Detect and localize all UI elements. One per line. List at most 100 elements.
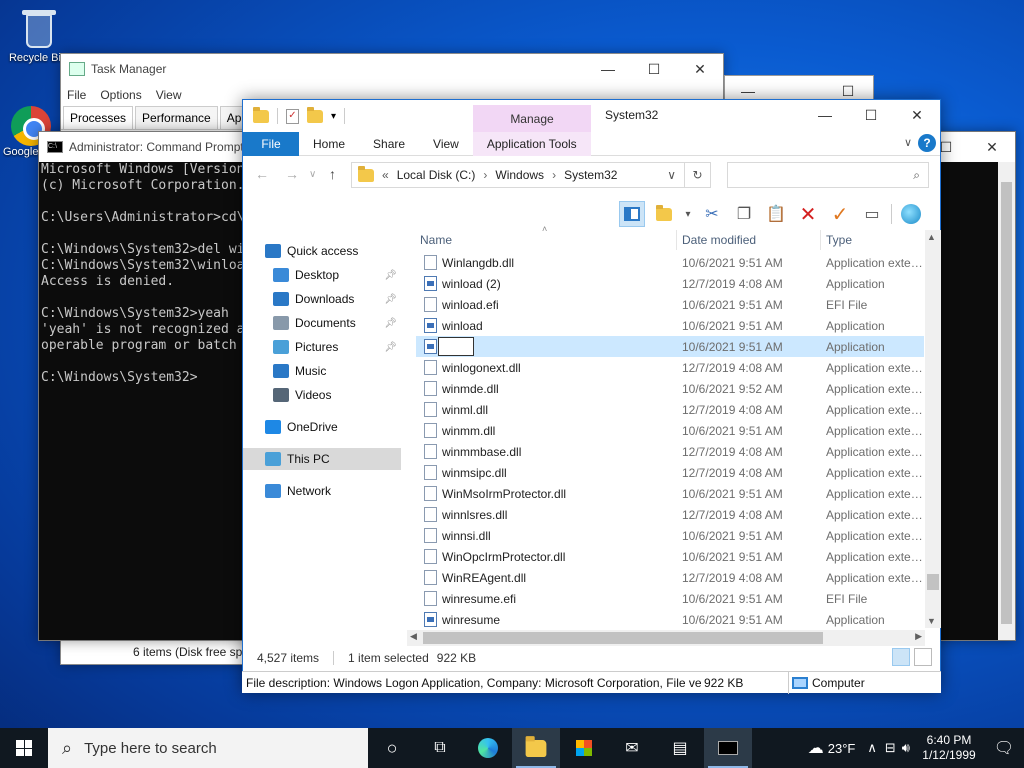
close-button[interactable]: ✕ (894, 100, 940, 130)
file-row[interactable]: winmmbase.dll 12/7/2019 4:08 AM Applicatio… (416, 441, 926, 462)
edge-icon[interactable] (464, 728, 512, 768)
properties-icon[interactable]: ▭ (859, 201, 885, 227)
file-row[interactable]: winmm.dll 10/6/2021 9:51 AM Application ex… (416, 420, 926, 441)
scrollbar-thumb[interactable] (423, 632, 823, 644)
properties-icon[interactable]: ✓ (286, 108, 299, 124)
network-icon[interactable]: ⊟ (885, 740, 896, 756)
new-folder-icon[interactable] (651, 201, 677, 227)
file-row[interactable]: winload.efi 10/6/2021 9:51 AM EFI File (416, 294, 924, 315)
nav-item-network[interactable]: Network (243, 480, 401, 502)
file-row[interactable]: winresume 10/6/2021 9:51 AM Application (416, 609, 924, 630)
nav-item-videos[interactable]: Videos (243, 384, 401, 406)
address-overflow[interactable]: « (382, 168, 389, 182)
maximize-button[interactable]: ☐ (631, 54, 677, 84)
tab-processes[interactable]: Processes (63, 106, 134, 129)
copy-icon[interactable]: ❐ (731, 201, 757, 227)
taskbar-search[interactable]: ⌕ Type here to search (48, 728, 368, 768)
column-header-type[interactable]: Type (826, 230, 852, 250)
scroll-left-icon[interactable]: ◀ (410, 631, 417, 642)
customize-qat-icon[interactable]: ▾ (331, 111, 336, 122)
scrollbar-thumb[interactable] (927, 574, 939, 590)
file-row[interactable]: winlogonext.dll 12/7/2019 4:08 AM Applicat… (416, 357, 926, 378)
scroll-right-icon[interactable]: ▶ (915, 631, 922, 642)
cut-icon[interactable]: ✂ (699, 201, 725, 227)
rename-input[interactable] (438, 337, 474, 356)
minimize-button[interactable]: — (585, 54, 631, 84)
breadcrumb-separator-icon[interactable]: › (483, 168, 487, 182)
vertical-scrollbar[interactable]: ▲ ▼ (925, 230, 941, 628)
breadcrumb-windows[interactable]: Windows (495, 168, 544, 182)
dropdown-icon[interactable]: ▾ (683, 201, 693, 227)
help-icon[interactable]: ? (918, 134, 936, 152)
chevron-up-icon[interactable]: ∨ (904, 136, 912, 149)
file-row[interactable]: winload 10/6/2021 9:51 AM Application (416, 315, 924, 336)
file-explorer-window[interactable]: ✓ ▾ Manage System32 — ☐ ✕ File Home Shar… (242, 99, 941, 693)
volume-icon[interactable]: 🔊︎ (902, 740, 910, 756)
file-row[interactable]: winml.dll 12/7/2019 4:08 AM Application ex… (416, 399, 926, 420)
nav-item-desktop[interactable]: Desktop 📌︎ (243, 264, 401, 286)
file-row[interactable]: winload (2) 12/7/2019 4:08 AM Application (416, 273, 924, 294)
address-dropdown-icon[interactable]: ∨ (667, 168, 676, 182)
paste-icon[interactable]: 📋 (763, 201, 789, 227)
weather-icon[interactable]: ☁ (808, 738, 824, 758)
file-row[interactable]: winmde.dll 10/6/2021 9:52 AM Application e… (416, 378, 926, 399)
file-row[interactable]: winresume.efi 10/6/2021 9:51 AM EFI File (416, 588, 924, 609)
weather-temp[interactable]: 23°F (828, 741, 856, 756)
rename-icon[interactable]: ✓ (827, 201, 853, 227)
refresh-icon[interactable]: ↻ (685, 162, 711, 188)
manage-contextual-tab[interactable]: Manage (473, 105, 591, 132)
cmd-taskbar-icon[interactable] (704, 728, 752, 768)
minimize-button[interactable]: — (802, 100, 848, 130)
tab-file[interactable]: File (243, 131, 299, 156)
column-header-date[interactable]: Date modified (682, 230, 756, 250)
back-arrow-icon[interactable]: ← (255, 166, 269, 182)
file-row[interactable]: winmsipc.dll 12/7/2019 4:08 AM Application… (416, 462, 926, 483)
nav-item-onedrive[interactable]: OneDrive (243, 416, 401, 438)
file-row[interactable]: Winlangdb.dll 10/6/2021 9:51 AM Applicatio… (416, 252, 926, 273)
breadcrumb-local-disk[interactable]: Local Disk (C:) (397, 168, 476, 182)
scroll-down-icon[interactable]: ▼ (927, 616, 936, 626)
search-input[interactable]: ⌕ (727, 162, 929, 188)
scrollbar-thumb[interactable] (1001, 182, 1012, 624)
store-icon[interactable] (560, 728, 608, 768)
recent-locations-icon[interactable]: ∨ (309, 169, 316, 180)
cortana-icon[interactable]: ○ (368, 728, 416, 768)
tab-home[interactable]: Home (299, 132, 359, 156)
nav-item-this-pc[interactable]: This PC (243, 448, 401, 470)
task-view-icon[interactable]: ⧉ (416, 728, 464, 768)
tab-share[interactable]: Share (359, 132, 419, 156)
menu-view[interactable]: View (156, 88, 182, 102)
delete-icon[interactable]: ✕ (795, 201, 821, 227)
column-header-name[interactable]: Name (420, 230, 452, 250)
file-row[interactable]: 10/6/2021 9:51 AM Application (416, 336, 924, 357)
nav-item-quick-access[interactable]: Quick access (243, 240, 401, 262)
details-view-icon[interactable] (892, 648, 910, 666)
file-explorer-taskbar-icon[interactable] (512, 728, 560, 768)
menu-file[interactable]: File (67, 88, 86, 102)
menu-options[interactable]: Options (100, 88, 141, 102)
globe-icon[interactable] (898, 201, 924, 227)
nav-item-music[interactable]: Music (243, 360, 401, 382)
file-row[interactable]: winnlsres.dll 12/7/2019 4:08 AM Applicatio… (416, 504, 926, 525)
preview-pane-icon[interactable] (619, 201, 645, 227)
start-button[interactable] (0, 728, 48, 768)
close-button[interactable]: ✕ (969, 132, 1015, 162)
show-hidden-icons-icon[interactable]: ∧ (867, 740, 877, 756)
task-manager-taskbar-icon[interactable]: ▤ (656, 728, 704, 768)
clock[interactable]: 6:40 PM 1/12/1999 (914, 733, 984, 763)
file-row[interactable]: winnsi.dll 10/6/2021 9:51 AM Application e… (416, 525, 926, 546)
file-row[interactable]: WinREAgent.dll 12/7/2019 4:08 AM Applicati… (416, 567, 926, 588)
new-folder-icon[interactable] (307, 106, 323, 123)
horizontal-scrollbar[interactable]: ◀ ▶ (407, 630, 925, 646)
file-row[interactable]: WinOpcIrmProtector.dll 10/6/2021 9:51 AM A… (416, 546, 926, 567)
notifications-icon[interactable]: 🗨︎ (984, 738, 1024, 758)
breadcrumb-separator-icon[interactable]: › (552, 168, 556, 182)
console-scrollbar[interactable] (998, 162, 1015, 640)
close-button[interactable]: ✕ (677, 54, 723, 84)
scroll-up-icon[interactable]: ▲ (927, 232, 936, 242)
nav-item-documents[interactable]: Documents 📌︎ (243, 312, 401, 334)
nav-item-downloads[interactable]: Downloads 📌︎ (243, 288, 401, 310)
maximize-button[interactable]: ☐ (848, 100, 894, 130)
up-arrow-icon[interactable]: ↑ (329, 166, 336, 182)
nav-item-pictures[interactable]: Pictures 📌︎ (243, 336, 401, 358)
